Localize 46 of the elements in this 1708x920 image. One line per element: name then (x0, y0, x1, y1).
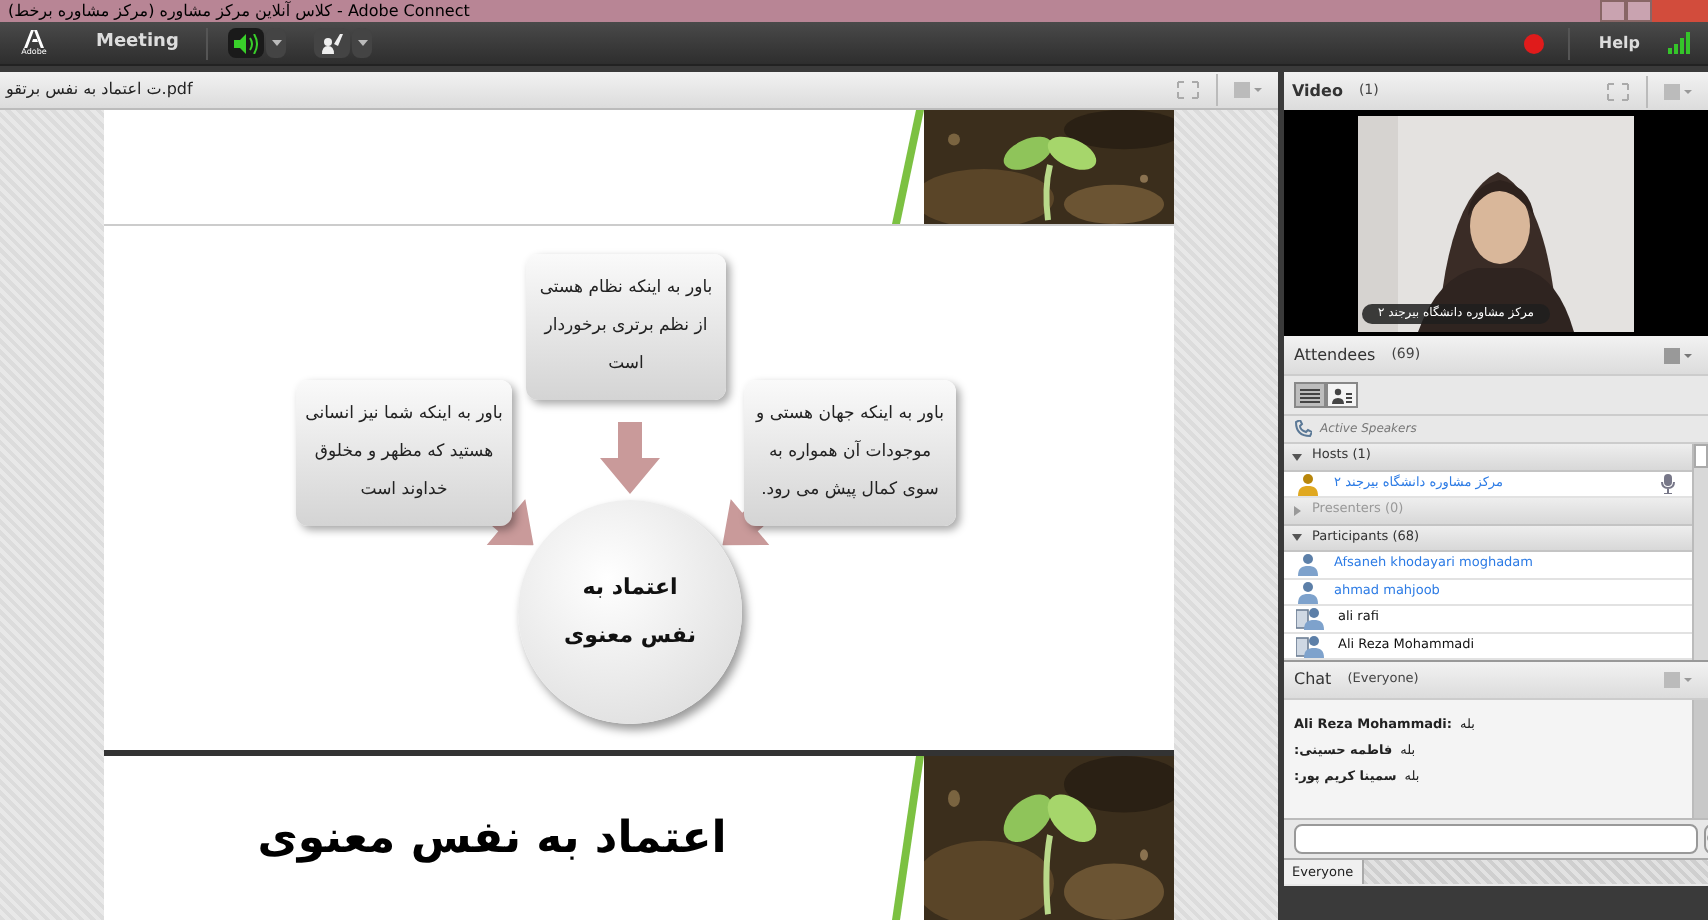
help-menu[interactable]: Help (1598, 31, 1640, 55)
menu-icon[interactable] (1234, 82, 1262, 98)
file-name: ت اعتماد به نفس برتقو.pdf (6, 78, 193, 102)
expand-arrow-icon (1292, 532, 1302, 543)
role-view-button[interactable] (1326, 382, 1358, 408)
fullscreen-icon[interactable] (1606, 81, 1630, 101)
down-arrow (600, 422, 660, 494)
person-list-icon (1332, 387, 1352, 403)
record-icon[interactable] (1524, 33, 1545, 53)
diagram-box: باور به اینکه شما نیز انسانی هستید که مظهر و مخلوق خداوند است (296, 380, 512, 526)
caret-icon (271, 40, 282, 46)
speaker-button[interactable] (228, 28, 265, 58)
meeting-menu[interactable]: Meeting (96, 29, 179, 57)
menu-icon[interactable] (1664, 347, 1692, 363)
expand-arrow-icon (1292, 505, 1302, 516)
guest-icon (1296, 606, 1324, 631)
pod-title: Chat (1294, 668, 1332, 692)
phone-icon (1294, 420, 1312, 438)
menu-icon[interactable] (1664, 83, 1692, 99)
person-icon (1296, 552, 1320, 577)
pod-title: Attendees (1294, 343, 1376, 367)
raise-hand-button[interactable] (314, 28, 351, 58)
diagram-box: باور به اینکه نظام هستی از نظم برتری برخوردار است (526, 254, 726, 400)
list-icon (1300, 387, 1320, 403)
person-icon (1296, 579, 1320, 604)
diagram-box: باور به اینکه جهان هستی و موجودات آن همواره به سوی کمال پیش می رود. (744, 380, 956, 526)
host-icon (1296, 471, 1320, 496)
pod-title: Video (1292, 79, 1343, 103)
speaker-icon (234, 33, 259, 53)
slide-title: اعتماد به نفس معنوی (257, 811, 727, 867)
fullscreen-icon[interactable] (1176, 80, 1200, 100)
caret-icon (357, 40, 368, 46)
scrollbar[interactable] (1692, 700, 1708, 818)
logo-icon (24, 30, 44, 48)
microphone-icon (1660, 473, 1680, 494)
expand-arrow-icon (1292, 451, 1302, 462)
window-title: (کلاس آنلاین مرکز مشاوره (مرکز مشاوره برخط - Adobe Connect (8, 3, 470, 19)
signal-icon (1668, 32, 1692, 54)
scrollbar[interactable] (1692, 444, 1708, 660)
guest-icon (1296, 633, 1324, 658)
hand-icon (320, 32, 345, 54)
maximize-button[interactable] (1626, 0, 1652, 22)
menu-icon[interactable] (1664, 672, 1692, 688)
minimize-button[interactable] (1600, 0, 1626, 22)
list-view-button[interactable] (1294, 382, 1326, 408)
chat-input[interactable] (1294, 824, 1698, 854)
